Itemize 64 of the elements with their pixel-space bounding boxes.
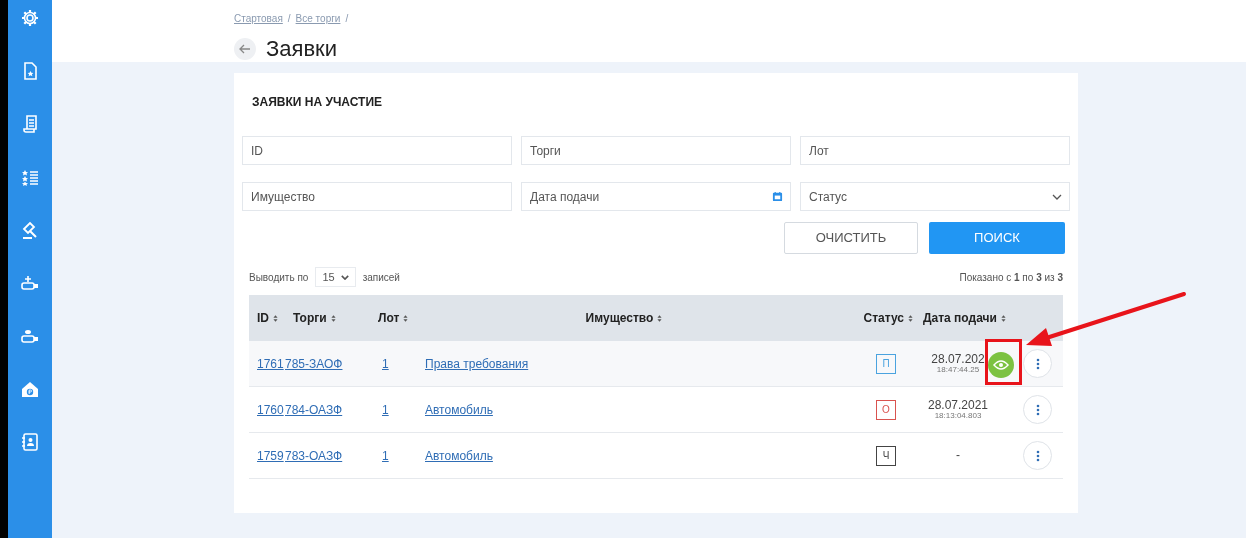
column-header[interactable]: Торги [293, 309, 327, 327]
contact-book-icon[interactable] [20, 432, 40, 452]
status-badge: Ч [876, 445, 896, 466]
eye-icon [993, 359, 1009, 370]
calendar-icon[interactable] [772, 191, 783, 202]
lot-link[interactable]: 1 [382, 356, 389, 371]
property-link[interactable]: Автомобиль [425, 448, 493, 463]
page-size-label: записей [362, 270, 400, 285]
date-text: - [956, 448, 960, 463]
sort-icon[interactable] [1000, 314, 1006, 322]
id-link[interactable]: 1759 [257, 448, 284, 463]
column-header[interactable]: ID [257, 309, 269, 327]
house-ruble-icon[interactable] [20, 379, 40, 399]
time-text: 18:47:44.25 [936, 365, 980, 375]
page-size-label: Выводить по [249, 270, 309, 285]
scroll-icon[interactable] [20, 114, 40, 134]
column-header[interactable]: Лот [378, 309, 400, 327]
date-text: 28.07.2021 [927, 398, 989, 412]
filter-field[interactable]: Имущество [242, 182, 512, 211]
id-link[interactable]: 1761 [257, 356, 284, 371]
gear-icon[interactable] [20, 8, 40, 28]
date-field[interactable]: Дата подачи [521, 182, 791, 211]
chevron-down-icon[interactable] [340, 274, 349, 280]
column-header[interactable]: Статус [863, 309, 904, 327]
auction-link[interactable]: 785-ЗАОФ [285, 356, 343, 371]
more-icon [1035, 449, 1040, 462]
status-badge: О [876, 399, 896, 420]
chevron-down-icon[interactable] [1052, 194, 1062, 200]
sort-icon[interactable] [908, 314, 913, 322]
highlight-box [985, 339, 1022, 385]
page-title: Заявки [266, 35, 338, 63]
lot-link[interactable]: 1 [382, 402, 389, 417]
status-badge: П [876, 353, 896, 374]
property-link[interactable]: Автомобиль [425, 402, 493, 417]
auction-link[interactable]: 783-ОАЗФ [285, 448, 343, 463]
breadcrumb-separator: / [345, 12, 349, 26]
view-button[interactable] [988, 351, 1014, 378]
page-size-dropdown[interactable]: 15 [315, 267, 356, 287]
more-icon [1035, 403, 1040, 416]
sort-icon[interactable] [330, 314, 336, 322]
sort-icon[interactable] [403, 314, 409, 322]
column-header[interactable]: Имущество [585, 309, 654, 327]
usb-plus-icon[interactable] [20, 273, 40, 293]
breadcrumb-link[interactable]: Все торги [295, 11, 341, 26]
breadcrumb-separator: / [287, 12, 291, 26]
card-title: ЗАЯВКИ НА УЧАСТИЕ [251, 94, 383, 111]
sort-icon[interactable] [273, 314, 278, 322]
lot-link[interactable]: 1 [382, 448, 389, 463]
property-link[interactable]: Права требования [425, 356, 529, 371]
breadcrumb-link[interactable]: Стартовая [234, 11, 283, 26]
id-link[interactable]: 1760 [257, 402, 284, 417]
search-button[interactable]: ПОИСК [929, 222, 1065, 254]
filter-field[interactable]: ID [242, 136, 512, 165]
status-dropdown[interactable]: Статус [800, 182, 1070, 211]
time-text: 18:13:04.803 [934, 411, 982, 421]
clear-button[interactable]: ОЧИСТИТЬ [784, 222, 918, 254]
filter-field[interactable]: Лот [800, 136, 1070, 165]
more-icon [1035, 357, 1040, 370]
results-summary: Показано с 1 по 3 из 3 [959, 270, 1063, 285]
filter-field[interactable]: Торги [521, 136, 791, 165]
column-header[interactable]: Дата подачи [923, 309, 997, 327]
date-text: 28.07.202 [931, 352, 985, 366]
auction-link[interactable]: 784-ОАЗФ [285, 402, 343, 417]
sort-icon[interactable] [657, 314, 663, 322]
